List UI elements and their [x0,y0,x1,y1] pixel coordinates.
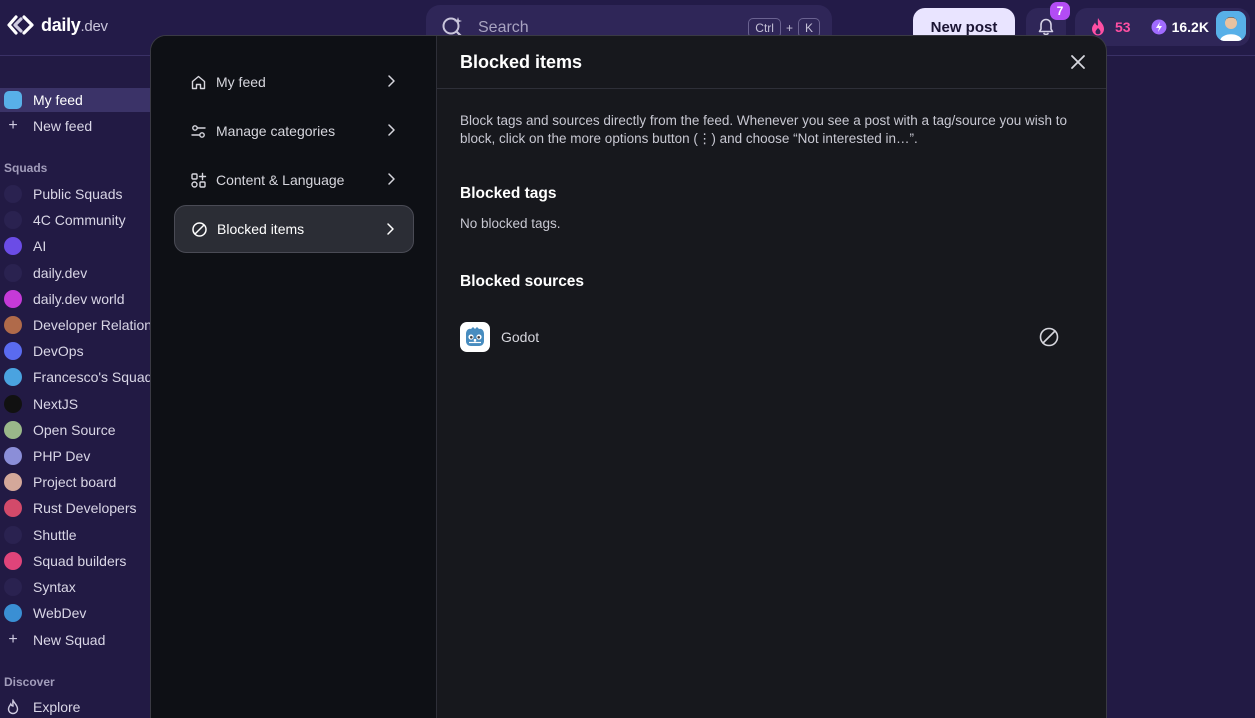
sidebar-item-squad[interactable]: Project board [0,470,150,494]
profile-avatar[interactable] [1216,11,1246,41]
sidebar-item-new-squad[interactable]: + New Squad [0,628,150,652]
sidebar-item-squad[interactable]: Developer Relations [0,313,150,337]
squad-avatar-icon [4,421,22,439]
chevron-right-icon [387,223,394,235]
sliders-icon [191,124,206,138]
squad-avatar-icon [4,578,22,596]
sidebar-item-squad[interactable]: Francesco's Squad [0,365,150,389]
home-icon [191,75,206,89]
reputation-counter[interactable]: 16.2K [1151,19,1209,35]
sidebar-item-squad[interactable]: Syntax [0,575,150,599]
sidebar-item-squad[interactable]: WebDev [0,601,150,625]
logo-icon [7,15,34,35]
nav-item-my-feed[interactable]: My feed [174,58,414,106]
sidebar-item-squad[interactable]: PHP Dev [0,444,150,468]
sidebar-item-squad[interactable]: Shuttle [0,523,150,547]
blocked-tags-title: Blocked tags [460,185,557,202]
block-icon [192,221,207,237]
godot-logo-icon [460,322,490,352]
my-feed-avatar-icon [4,91,22,109]
source-name: Godot [501,329,540,345]
squad-avatar-icon [4,237,22,255]
squad-avatar-icon [4,342,22,360]
explore-flame-icon [4,698,22,716]
sidebar: My feed + New feed Squads Public Squads 4… [0,57,150,718]
blocked-source-row: Godot [460,321,1060,353]
plus-icon: + [8,631,18,648]
squad-avatar-icon [4,211,22,229]
squad-avatar-icon [4,552,22,570]
sidebar-item-squad[interactable]: daily.dev [0,261,150,285]
sidebar-item-new-feed[interactable]: + New feed [0,114,150,138]
sidebar-item-squad[interactable]: DevOps [0,339,150,363]
feed-settings-modal: My feed Manage categories Content & Lang… [150,35,1107,718]
logo-text: daily.dev [41,14,108,35]
sidebar-item-my-feed[interactable]: My feed [0,88,150,112]
squad-avatar-icon [4,395,22,413]
sidebar-item-squad[interactable]: AI [0,234,150,258]
squad-avatar-icon [4,604,22,622]
sidebar-item-squad[interactable]: Squad builders [0,549,150,573]
notification-count-badge: 7 [1050,2,1070,20]
sidebar-item-explore[interactable]: Explore [0,695,150,718]
sidebar-item-squad[interactable]: Public Squads [0,182,150,206]
chevron-right-icon [388,75,395,87]
avatar-image [1216,11,1246,41]
squads-heading: Squads [4,161,48,175]
squad-avatar-icon [4,526,22,544]
squad-avatar-icon [4,447,22,465]
reputation-bolt-icon [1151,19,1167,35]
sidebar-item-squad[interactable]: Rust Developers [0,496,150,520]
nav-item-blocked-items[interactable]: Blocked items [174,205,414,253]
blocked-tags-empty: No blocked tags. [460,216,561,231]
chevron-right-icon [388,124,395,136]
unblock-source-icon[interactable] [1038,326,1060,348]
modal-header: Blocked items [437,36,1106,89]
squad-avatar-icon [4,185,22,203]
blocked-sources-title: Blocked sources [460,273,585,290]
squad-avatar-icon [4,499,22,517]
discover-heading: Discover [4,675,55,689]
sidebar-item-squad[interactable]: NextJS [0,392,150,416]
shapes-icon [191,172,207,188]
squad-avatar-icon [4,473,22,491]
bell-icon [1038,18,1054,36]
sidebar-item-squad[interactable]: Open Source [0,418,150,442]
sidebar-item-squad[interactable]: 4C Community [0,208,150,232]
plus-icon: + [8,117,18,134]
sidebar-item-squad[interactable]: daily.dev world [0,287,150,311]
modal-title: Blocked items [460,52,583,72]
settings-nav: My feed Manage categories Content & Lang… [151,36,437,718]
squad-avatar-icon [4,368,22,386]
squad-avatar-icon [4,290,22,308]
squad-avatar-icon [4,264,22,282]
nav-item-content-language[interactable]: Content & Language [174,156,414,204]
blocked-items-description: Block tags and sources directly from the… [460,113,1068,146]
close-icon[interactable] [1068,52,1088,72]
daily-dev-logo[interactable]: daily.dev [7,14,108,36]
nav-item-manage-categories[interactable]: Manage categories [174,107,414,155]
chevron-right-icon [388,173,395,185]
squad-avatar-icon [4,316,22,334]
